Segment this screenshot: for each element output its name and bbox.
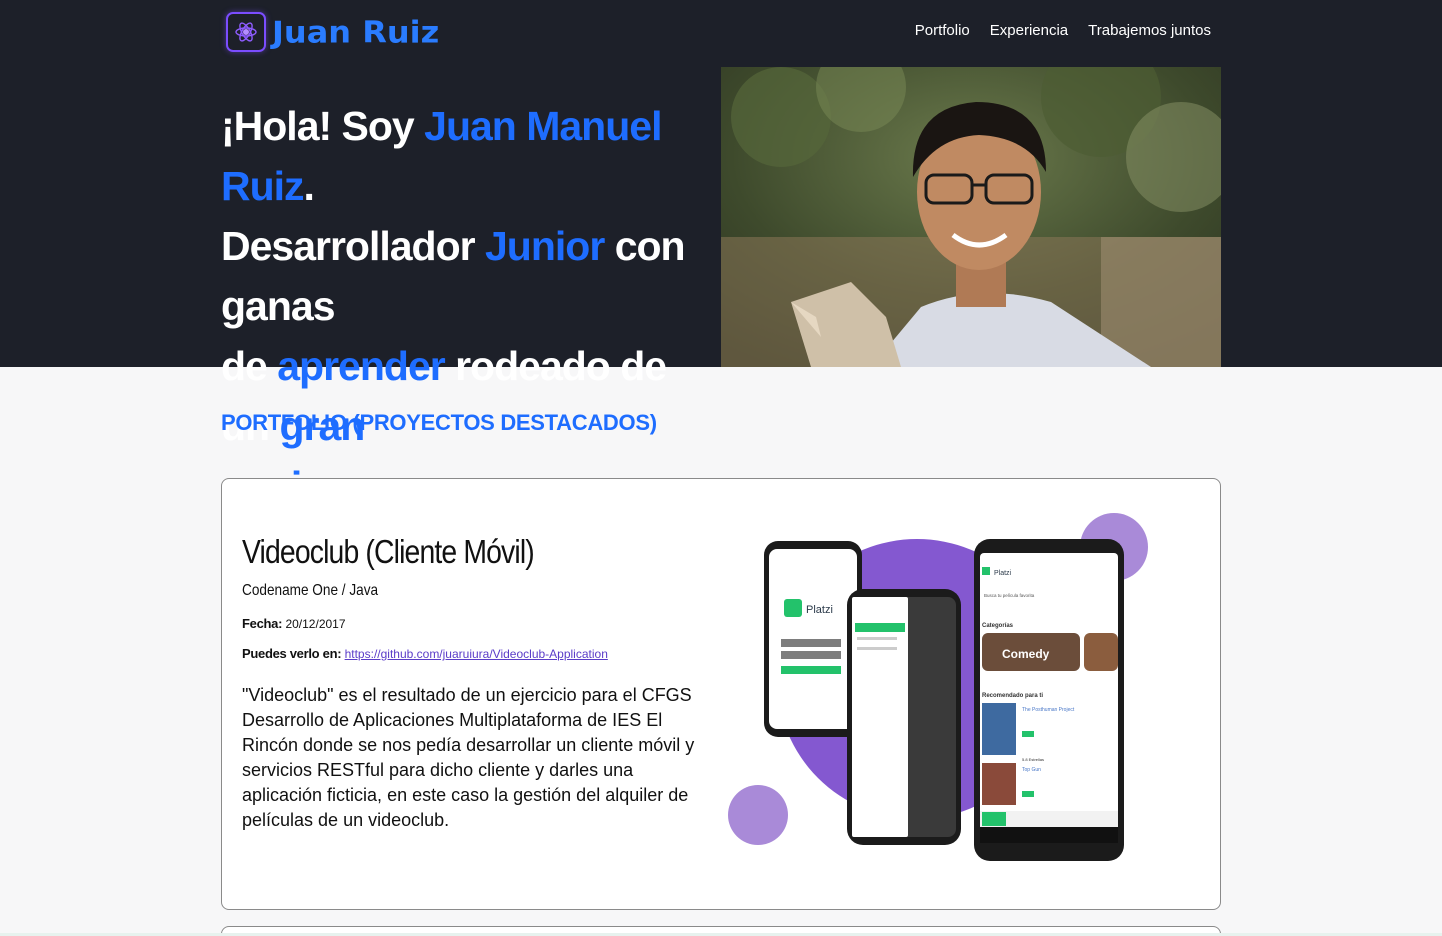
portfolio-section-title: PORTFOLIO (PROYECTOS DESTACADOS) <box>221 410 657 435</box>
nav-portfolio[interactable]: Portfolio <box>915 22 970 39</box>
hero-headline: ¡Hola! Soy Juan Manuel Ruiz. Desarrollad… <box>221 103 686 509</box>
project-github-link[interactable]: https://github.com/juaruiura/Videoclub-A… <box>345 647 608 661</box>
project-description: "Videoclub" es el resultado de un ejerci… <box>242 685 695 830</box>
svg-text:Categorías: Categorías <box>982 623 1014 629</box>
svg-text:Platzi: Platzi <box>806 604 833 616</box>
date-label: Fecha: <box>242 616 283 631</box>
main-nav: Portfolio Experiencia Trabajemos juntos <box>915 22 1211 39</box>
app-mockup-image: Platzi Platzi Busca tu película favorita… <box>722 509 1162 869</box>
nav-experiencia[interactable]: Experiencia <box>990 22 1068 39</box>
project-date: Fecha: 20/12/2017 <box>242 616 346 631</box>
project-title: Videoclub (Cliente Móvil) <box>242 533 535 570</box>
svg-text:The Posthuman Project: The Posthuman Project <box>1022 707 1075 713</box>
profile-photo <box>721 67 1221 367</box>
svg-text:Recomendado para ti: Recomendado para ti <box>982 693 1043 699</box>
svg-text:Comedy: Comedy <box>1002 647 1050 661</box>
project-card: Videoclub (Cliente Móvil) Codename One /… <box>221 478 1221 910</box>
project-link-row: Puedes verlo en: https://github.com/juar… <box>242 646 608 661</box>
logo-text: Juan Ruiz <box>272 13 440 51</box>
project-tech: Codename One / Java <box>242 582 379 599</box>
svg-text:Platzi: Platzi <box>994 570 1012 577</box>
atom-logo-icon <box>226 12 266 52</box>
logo[interactable]: Juan Ruiz <box>226 12 439 52</box>
date-value: 20/12/2017 <box>285 617 346 631</box>
svg-text:Top Gun: Top Gun <box>1022 767 1041 773</box>
svg-text:5.8 Estrellas: 5.8 Estrellas <box>1022 757 1044 762</box>
nav-trabajemos-juntos[interactable]: Trabajemos juntos <box>1088 22 1211 39</box>
svg-text:Busca tu película favorita: Busca tu película favorita <box>984 593 1035 598</box>
hero-section: Juan Ruiz Portfolio Experiencia Trabajem… <box>0 0 1442 509</box>
link-label: Puedes verlo en: <box>242 646 342 661</box>
